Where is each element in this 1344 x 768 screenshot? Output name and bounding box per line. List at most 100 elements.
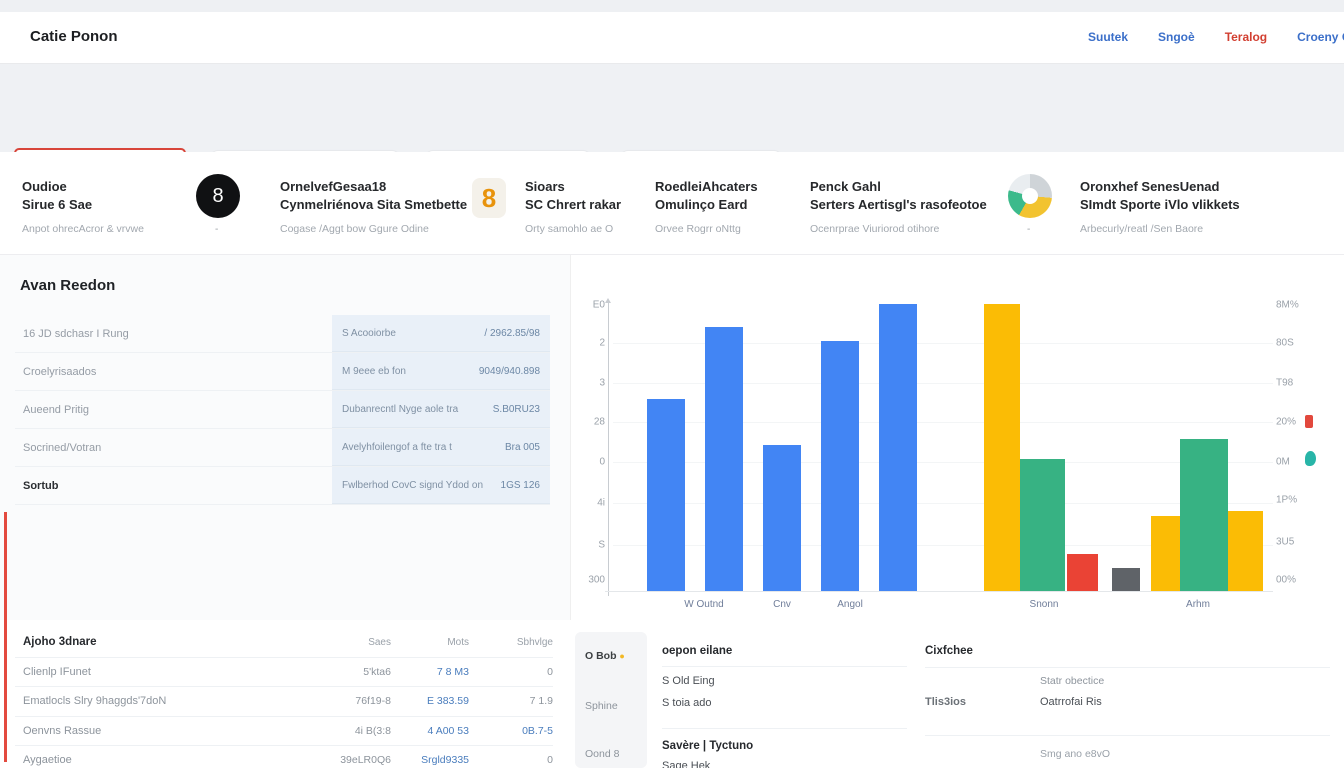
row-value: 1GS 126 (501, 480, 540, 491)
badge-circle-icon: 8 (196, 174, 240, 218)
orange-badge-icon: 8 (472, 178, 506, 218)
y-axis-tick-left: 0 (599, 456, 605, 467)
mini-tab-column: O Bob ● Sphine Oond 8 (575, 632, 647, 768)
chart-bar (984, 304, 1020, 591)
nav-link-3[interactable]: Teralog (1225, 30, 1267, 44)
chart-bar (1067, 554, 1098, 591)
row-mid: Avelyhfoilengof a fte tra t (342, 442, 452, 453)
row-value: / 2962.85/98 (484, 328, 540, 339)
tab-obob[interactable]: O Bob ● (585, 650, 625, 662)
chart-bar (1151, 516, 1180, 591)
cell-name: Ematlocls Slry 9haggds'7doN (15, 695, 319, 707)
chart-bar (1112, 568, 1140, 591)
table-row[interactable]: 16 JD sdchasr I Rung S Acooiorbe / 2962.8… (15, 315, 550, 353)
detail-line: Statr obectice (1040, 675, 1104, 687)
y-axis-tick-right: 20% (1276, 417, 1296, 428)
cell-value: 4 A00 53 (391, 725, 469, 737)
y-axis-tick-right: 00% (1276, 574, 1296, 585)
feature-item-4[interactable]: RoedleiAhcatersOmulinço Eard Orvee Rogrr… (655, 178, 758, 235)
cell-name: Oenvns Rassue (15, 725, 319, 737)
feature-item-6[interactable]: Oronxhef SenesUenadSImdt Sporte iVlo vli… (1080, 178, 1240, 235)
list-item: S Old Eing (662, 675, 715, 687)
pie-chart-icon (1008, 174, 1052, 218)
chart-bar (1020, 459, 1065, 591)
red-annotation-line (4, 512, 7, 762)
teal-marker-icon (1305, 451, 1316, 466)
feature-subtitle: Cogase /Aggt bow Ggure Odine (280, 223, 467, 235)
table-row[interactable]: Sortub Fwlberhod CovC signd Ydod on1GS 1… (15, 467, 550, 505)
row-value: S.B0RU23 (493, 404, 540, 415)
cell-value: E 383.59 (391, 695, 469, 707)
top-nav: Suutek Sngoè Teralog Croeny Cuo (1088, 30, 1344, 44)
header-bar: Catie Ponon Suutek Sngoè Teralog Croeny … (0, 12, 1344, 64)
row-mid: Fwlberhod CovC signd Ydod on (342, 480, 483, 491)
y-axis-tick-left: 300 (588, 574, 605, 585)
chart-bar (1180, 439, 1228, 591)
y-axis-tick-right: T98 (1276, 378, 1293, 389)
table-header-row: Ajoho 3dnare Saes Mots Sbhvlge (15, 628, 553, 658)
chart-panel: E0232804iS3008M%80ST9820%0M1P%3U500%W Ou… (570, 255, 1344, 620)
table-row[interactable]: Socrined/Votran Avelyhfoilengof a fte tr… (15, 429, 550, 467)
y-axis-tick-right: 1P% (1276, 495, 1297, 506)
avan-panel: Avan Reedon 16 JD sdchasr I Rung S Acooi… (0, 255, 570, 620)
col-header: Sbhvlge (469, 637, 553, 648)
row-value: 9049/940.898 (479, 366, 540, 377)
feature-subtitle: Anpot ohrecAcror & vrvwe (22, 223, 144, 235)
cell-value: 5'kta6 (319, 666, 391, 678)
x-axis-label: Angol (837, 599, 863, 610)
y-axis-tick-left: 3 (599, 378, 605, 389)
col-header: Saes (319, 637, 391, 648)
dash-icon: - (1027, 224, 1030, 235)
feature-item-5[interactable]: Penck GahlSerters Aertisgl's rasofeotoe … (810, 178, 987, 235)
table-row[interactable]: Croelyrisaados M 9eee eb fon 9049/940.898 (15, 353, 550, 391)
cell-value: 0 (469, 754, 553, 766)
list-item-title: Savère | Tyctuno (662, 740, 753, 752)
nav-link-1[interactable]: Suutek (1088, 30, 1128, 44)
nav-link-2[interactable]: Sngoè (1158, 30, 1195, 44)
feature-item-3[interactable]: SioarsSC Chrert rakar Orty samohlo ae O (525, 178, 621, 235)
y-axis-tick-right: 8M% (1276, 300, 1299, 311)
yellow-dot-icon: ● (619, 651, 624, 661)
stat-cards-band: Stes Casir. a MBeny Svtymgmon tb ✓ A8 Za… (0, 64, 1344, 152)
tab-sphine[interactable]: Sphine (585, 700, 618, 712)
table-row[interactable]: Aueend Pritig Dubanrecntl Nyge aole traS… (15, 391, 550, 429)
detail-line: Oatrrofai Ris (1040, 696, 1102, 708)
y-axis-tick-left: 4i (597, 498, 605, 509)
chart-bar (1228, 511, 1263, 591)
cell-value: 0 (469, 666, 553, 678)
y-axis-tick-left: S (598, 539, 605, 550)
bottom-left-table: Ajoho 3dnare Saes Mots Sbhvlge Clienlp I… (15, 628, 553, 768)
y-axis-tick-left: 28 (594, 417, 605, 428)
red-marker-icon (1305, 415, 1313, 428)
footer-note: Smg ano e8vO (1040, 748, 1110, 760)
row-mid: M 9eee eb fon (342, 366, 406, 377)
x-axis-label: Cnv (773, 599, 791, 610)
table-row: Oenvns Rassue 4i B(3:8 4 A00 53 0B.7-5 (15, 717, 553, 747)
table-row: Ematlocls Slry 9haggds'7doN 76f19-8 E 38… (15, 687, 553, 717)
feature-subtitle: Orvee Rogrr oNttg (655, 223, 758, 235)
chart-bar (705, 327, 743, 591)
feature-title: Oronxhef SenesUenadSImdt Sporte iVlo vli… (1080, 178, 1240, 214)
feature-title: RoedleiAhcatersOmulinço Eard (655, 178, 758, 214)
section-header: oepon eilane (662, 645, 732, 657)
list-item: S toia ado (662, 697, 712, 709)
feature-title: OrnelvefGesaa18Cynmelriénova Sita Smetbe… (280, 178, 467, 214)
y-axis-tick-left: 2 (599, 337, 605, 348)
top-strip (0, 0, 1344, 12)
row-mid: S Acooiorbe (342, 328, 396, 339)
row-label: 16 JD sdchasr I Rung (15, 315, 332, 352)
feature-item-1[interactable]: OudioeSirue 6 Sae Anpot ohrecAcror & vrv… (22, 178, 144, 235)
app-title: Catie Ponon (30, 28, 118, 45)
feature-title: SioarsSC Chrert rakar (525, 178, 621, 214)
cell-value: 0B.7-5 (469, 725, 553, 737)
cell-name: Aygaetioe (15, 754, 319, 766)
row-label: Croelyrisaados (15, 353, 332, 390)
section-header: Cixfchee (925, 645, 973, 657)
x-axis-label: Arhm (1186, 599, 1210, 610)
chart-bar (879, 304, 917, 591)
feature-item-2[interactable]: OrnelvefGesaa18Cynmelriénova Sita Smetbe… (280, 178, 467, 235)
nav-link-4[interactable]: Croeny Cuo (1297, 30, 1344, 44)
cell-value: 76f19-8 (319, 695, 391, 707)
cell-value: 4i B(3:8 (319, 725, 391, 737)
tab-oond[interactable]: Oond 8 (585, 748, 619, 760)
